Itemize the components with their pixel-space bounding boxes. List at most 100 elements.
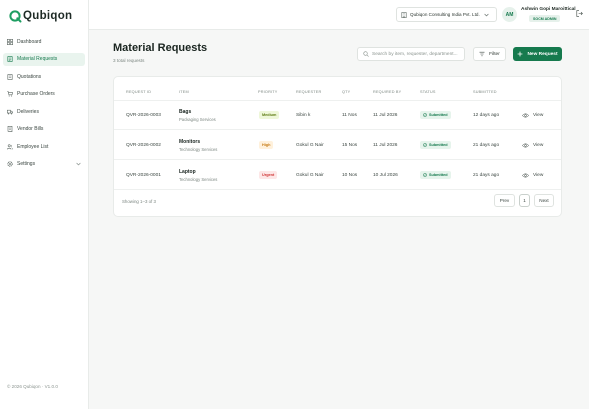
view-label: View: [533, 142, 544, 148]
request-id[interactable]: QVR-2026-0001: [126, 160, 161, 190]
request-id[interactable]: QVR-2026-0003: [126, 100, 161, 130]
table-row[interactable]: QVR-2026-0001 Laptop Technology Services…: [114, 160, 561, 190]
item-cell: Monitors Technology Services: [179, 130, 217, 160]
column-header-item[interactable]: ITEM: [179, 90, 189, 94]
check-circle-icon: [423, 143, 427, 147]
column-header-request-id[interactable]: REQUEST ID: [126, 90, 151, 94]
users-icon: [7, 144, 13, 150]
view-button[interactable]: View: [522, 100, 543, 130]
priority-cell: High: [259, 130, 274, 160]
sidebar-item-label: Dashboard: [17, 38, 42, 45]
quantity: 11 Nos: [342, 112, 357, 118]
view-label: View: [533, 112, 544, 118]
check-circle-icon: [423, 113, 427, 117]
column-header-submitted[interactable]: SUBMITTED: [473, 90, 497, 94]
sidebar-footer: © 2026 Qubiqon · V1.0.0: [7, 384, 58, 389]
required-by: 11 Jul 2026: [373, 112, 398, 118]
item-cell: Laptop Technology Services: [179, 160, 217, 190]
column-header-status[interactable]: STATUS: [420, 90, 436, 94]
requester: Gokul G Nair: [296, 172, 324, 178]
filter-icon: [479, 51, 485, 57]
request-id[interactable]: QVR-2026-0002: [126, 130, 161, 160]
prev-page-button[interactable]: Prev: [494, 194, 515, 207]
priority-badge: Urgent: [259, 171, 278, 179]
check-circle-icon: [423, 173, 427, 177]
sidebar-item-label: Vendor Bills: [17, 126, 44, 133]
logo-mark-icon: [9, 9, 22, 22]
sidebar-item-settings[interactable]: Settings: [3, 158, 85, 172]
required-by: 10 Jul 2026: [373, 172, 398, 178]
item-cell: Bags Packaging Services: [179, 100, 216, 130]
quantity: 10 Nos: [342, 172, 358, 178]
truck-icon: [7, 109, 13, 115]
page-number-button[interactable]: 1: [519, 194, 530, 207]
submitted-ago: 21 days ago: [473, 172, 500, 178]
pagination-summary: Showing 1–3 of 3: [122, 199, 156, 204]
role-badge: SOCM ADMIN: [529, 15, 561, 22]
sidebar-item-label: Material Requests: [17, 56, 58, 63]
sidebar-item-label: Quotations: [17, 73, 42, 80]
user-name: Ashwin Gopi Maroittical: [521, 7, 576, 12]
status-badge: Submitted: [420, 141, 451, 149]
logout-icon[interactable]: [576, 10, 583, 17]
dashboard-icon: [7, 38, 13, 45]
column-header-priority[interactable]: PRIORITY: [258, 90, 278, 94]
search-placeholder: Search by item, requester, department...: [372, 51, 458, 57]
cart-icon: [7, 91, 13, 97]
view-button[interactable]: View: [522, 130, 543, 160]
sidebar-item-vendor-bills[interactable]: Vendor Bills: [3, 123, 85, 137]
next-page-button[interactable]: Next: [534, 194, 554, 207]
status-cell: Submitted: [420, 130, 451, 160]
receipt-icon: [7, 126, 13, 133]
sidebar-item-deliveries[interactable]: Deliveries: [3, 105, 85, 119]
item-category: Technology Services: [179, 176, 218, 182]
sidebar-item-quotations[interactable]: Quotations: [3, 70, 85, 84]
filter-button[interactable]: Filter: [473, 47, 506, 61]
view-label: View: [533, 172, 544, 178]
status-label: Submitted: [429, 173, 448, 177]
sidebar-item-material-requests[interactable]: Material Requests: [3, 52, 85, 66]
new-request-label: New Request: [527, 51, 558, 57]
submitted-ago: 21 days ago: [473, 142, 500, 148]
avatar[interactable]: AM: [502, 7, 517, 22]
status-cell: Submitted: [420, 100, 451, 130]
sidebar-item-label: Employee List: [17, 143, 49, 150]
search-input[interactable]: Search by item, requester, department...: [357, 47, 465, 61]
item-name: Laptop: [179, 168, 196, 175]
sidebar-item-employee-list[interactable]: Employee List: [3, 140, 85, 154]
status-badge: Submitted: [420, 111, 451, 119]
table-row[interactable]: QVR-2026-0002 Monitors Technology Servic…: [114, 130, 561, 160]
chevron-down-icon: [484, 13, 489, 17]
view-button[interactable]: View: [522, 160, 543, 190]
sidebar-item-dashboard[interactable]: Dashboard: [3, 35, 85, 49]
sidebar-item-label: Settings: [17, 161, 36, 168]
requester: Gokul G Nair: [296, 142, 324, 148]
column-header-required-by[interactable]: REQUIRED BY: [373, 90, 401, 94]
status-badge: Submitted: [420, 171, 451, 179]
company-selector[interactable]: Qubiqon Consulting India Pvt. Ltd.: [396, 7, 497, 22]
page-title: Material Requests: [113, 42, 208, 54]
building-icon: [401, 11, 407, 18]
company-name: Qubiqon Consulting India Pvt. Ltd.: [410, 12, 480, 17]
new-request-button[interactable]: New Request: [513, 47, 562, 61]
item-name: Bags: [179, 108, 192, 115]
topbar: Qubiqon Consulting India Pvt. Ltd. AM As…: [89, 0, 589, 30]
gear-icon: [7, 161, 13, 167]
table-row[interactable]: QVR-2026-0003 Bags Packaging Services Me…: [114, 100, 561, 130]
logo[interactable]: Qubiqon: [9, 9, 72, 23]
priority-cell: Medium: [259, 100, 280, 130]
requests-table-card: REQUEST ID ITEM PRIORITY REQUESTER QTY R…: [113, 76, 562, 217]
sidebar-item-purchase-orders[interactable]: Purchase Orders: [3, 88, 85, 102]
priority-badge: Medium: [259, 111, 280, 119]
column-header-qty[interactable]: QTY: [342, 90, 350, 94]
plus-icon: [517, 51, 523, 57]
status-label: Submitted: [429, 143, 448, 147]
page-subtitle: 3 total requests: [113, 58, 145, 63]
sidebar-item-label: Deliveries: [17, 108, 39, 115]
column-header-requester[interactable]: REQUESTER: [296, 90, 321, 94]
document-icon: [7, 56, 13, 63]
priority-badge: High: [259, 141, 274, 149]
chevron-down-icon[interactable]: [74, 161, 82, 167]
item-name: Monitors: [179, 138, 201, 145]
eye-icon: [522, 173, 529, 178]
